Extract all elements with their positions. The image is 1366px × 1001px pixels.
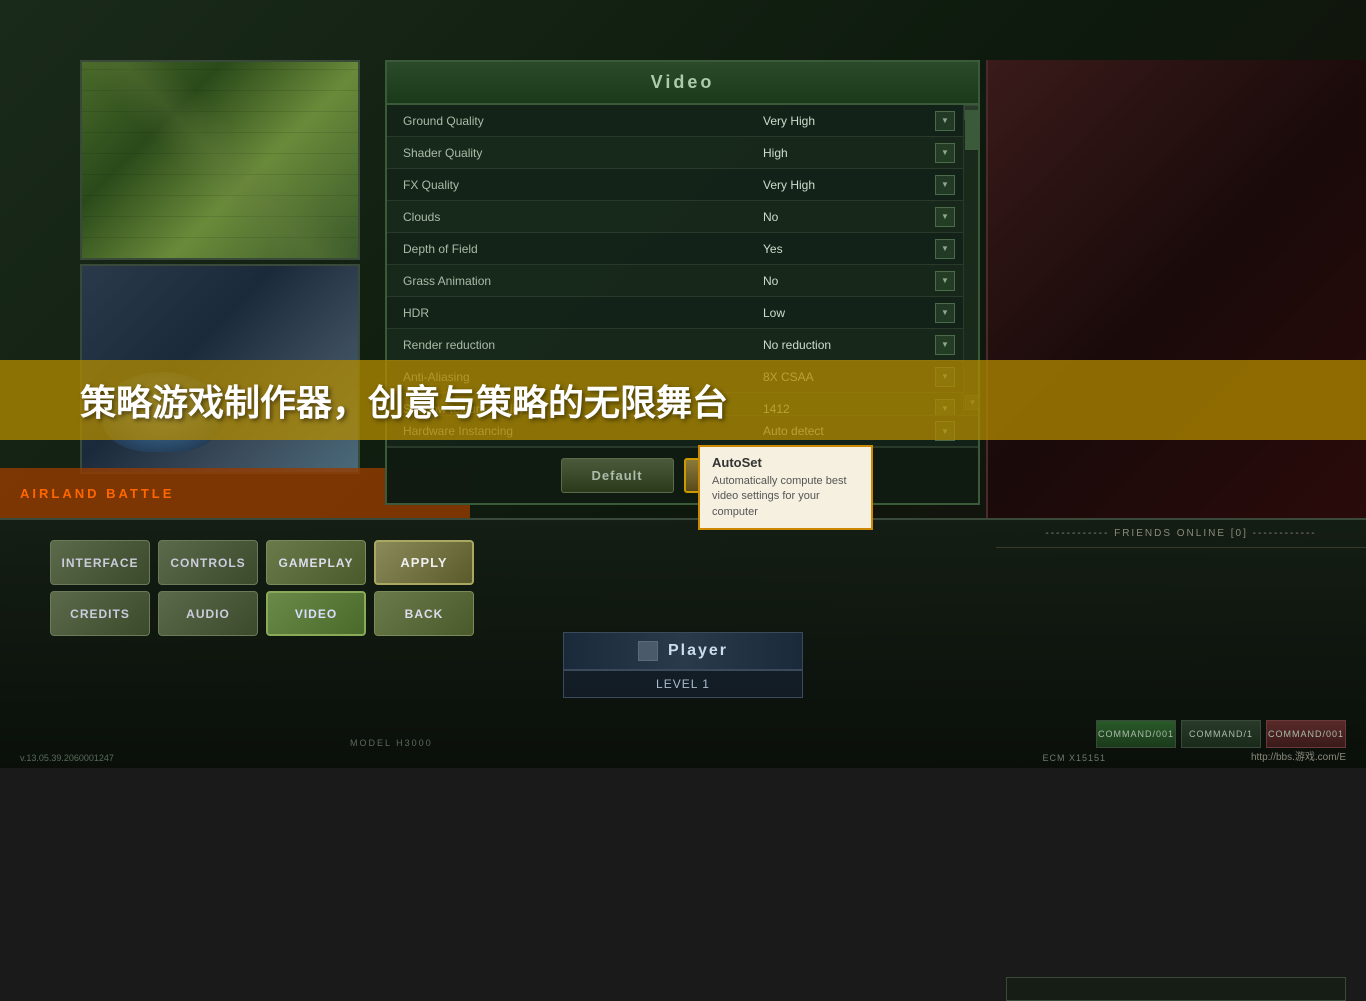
- setting-label-depth-of-field: Depth of Field: [387, 242, 763, 256]
- setting-label-hdr: HDR: [387, 306, 763, 320]
- overlay-banner: 策略游戏制作器，创意与策略的无限舞台: [0, 360, 1366, 440]
- dropdown-arrow-fx-quality[interactable]: ▼: [935, 175, 955, 195]
- setting-row-grass-animation: Grass Animation No ▼: [387, 265, 963, 297]
- website-label: http://bbs.游戏.com/E: [1251, 748, 1346, 763]
- nav-button-panel: Interface Controls Gameplay Apply Credit…: [50, 540, 474, 636]
- setting-label-shader-quality: Shader Quality: [387, 146, 763, 160]
- credits-button[interactable]: Credits: [50, 591, 150, 636]
- setting-label-grass-animation: Grass Animation: [387, 274, 763, 288]
- dropdown-arrow-render-reduction[interactable]: ▼: [935, 335, 955, 355]
- model-label: MODEL H3000: [350, 738, 433, 748]
- setting-row-depth-of-field: Depth of Field Yes ▼: [387, 233, 963, 265]
- setting-row-clouds: Clouds No ▼: [387, 201, 963, 233]
- ecm-label: ECM X15151: [1042, 753, 1106, 763]
- scrollbar-thumb[interactable]: [965, 110, 978, 150]
- setting-label-ground-quality: Ground Quality: [387, 114, 763, 128]
- default-button[interactable]: Default: [561, 458, 674, 493]
- setting-value-clouds[interactable]: No ▼: [763, 207, 963, 227]
- dropdown-arrow-shader-quality[interactable]: ▼: [935, 143, 955, 163]
- setting-value-shader-quality[interactable]: High ▼: [763, 143, 963, 163]
- video-title-bar: Video: [387, 62, 978, 105]
- search-input-area: [1006, 977, 1346, 1001]
- audio-button[interactable]: Audio: [158, 591, 258, 636]
- screenshot-top: [80, 60, 360, 260]
- back-button[interactable]: Back: [374, 591, 474, 636]
- tooltip-description: Automatically compute best video setting…: [712, 474, 859, 520]
- dropdown-arrow-ground-quality[interactable]: ▼: [935, 111, 955, 131]
- setting-value-ground-quality[interactable]: Very High ▼: [763, 111, 963, 131]
- dropdown-arrow-grass-animation[interactable]: ▼: [935, 271, 955, 291]
- friends-header: ------------ FRIENDS ONLINE [0] --------…: [996, 520, 1366, 548]
- command-button-1[interactable]: COMMAND/001: [1096, 720, 1176, 748]
- setting-label-fx-quality: FX Quality: [387, 178, 763, 192]
- autoset-tooltip: AutoSet Automatically compute best video…: [698, 445, 873, 530]
- setting-label-render-reduction: Render reduction: [387, 338, 763, 352]
- setting-value-fx-quality[interactable]: Very High ▼: [763, 175, 963, 195]
- player-name: Player: [668, 642, 728, 660]
- setting-row-hdr: HDR Low ▼: [387, 297, 963, 329]
- setting-value-render-reduction[interactable]: No reduction ▼: [763, 335, 963, 355]
- setting-value-grass-animation[interactable]: No ▼: [763, 271, 963, 291]
- game-title: AIRLAND BATTLE: [20, 486, 174, 501]
- apply-button[interactable]: Apply: [374, 540, 474, 585]
- command-buttons: COMMAND/001 COMMAND/1 COMMAND/001: [1096, 720, 1346, 748]
- setting-row-render-reduction: Render reduction No reduction ▼: [387, 329, 963, 361]
- bottom-ui: Interface Controls Gameplay Apply Credit…: [0, 518, 1366, 768]
- tooltip-title: AutoSet: [712, 455, 859, 470]
- dropdown-arrow-clouds[interactable]: ▼: [935, 207, 955, 227]
- setting-value-hdr[interactable]: Low ▼: [763, 303, 963, 323]
- player-header: Player: [563, 632, 803, 670]
- setting-value-depth-of-field[interactable]: Yes ▼: [763, 239, 963, 259]
- version-label: v.13.05.39.2060001247: [20, 753, 114, 763]
- command-button-3[interactable]: COMMAND/001: [1266, 720, 1346, 748]
- right-background: [986, 60, 1366, 520]
- player-icon: [638, 641, 658, 661]
- command-button-2[interactable]: COMMAND/1: [1181, 720, 1261, 748]
- setting-label-clouds: Clouds: [387, 210, 763, 224]
- video-button[interactable]: Video: [266, 591, 366, 636]
- video-panel-title: Video: [651, 72, 715, 92]
- setting-row-fx-quality: FX Quality Very High ▼: [387, 169, 963, 201]
- panel-buttons: Default AutoSet: [387, 447, 978, 503]
- dropdown-arrow-hdr[interactable]: ▼: [935, 303, 955, 323]
- setting-row-ground-quality: Ground Quality Very High ▼: [387, 105, 963, 137]
- dropdown-arrow-depth-of-field[interactable]: ▼: [935, 239, 955, 259]
- gameplay-button[interactable]: Gameplay: [266, 540, 366, 585]
- controls-button[interactable]: Controls: [158, 540, 258, 585]
- interface-button[interactable]: Interface: [50, 540, 150, 585]
- chinese-text: 策略游戏制作器，创意与策略的无限舞台: [80, 374, 728, 426]
- setting-row-shader-quality: Shader Quality High ▼: [387, 137, 963, 169]
- player-level: LEVEL 1: [563, 670, 803, 698]
- player-panel: Player LEVEL 1: [563, 632, 803, 698]
